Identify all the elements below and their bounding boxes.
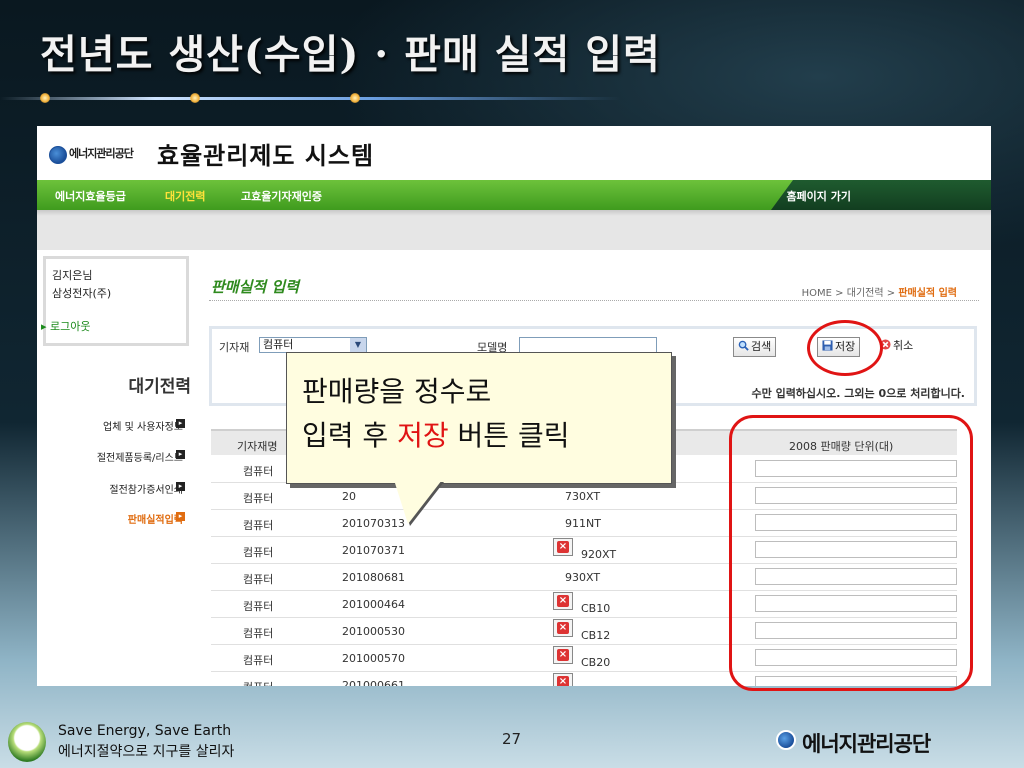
cell-code: 201000661 [342, 679, 405, 686]
chevron-right-icon: ▸ [176, 450, 185, 459]
broken-image-icon: × [553, 646, 573, 664]
cell-equipment: 컴퓨터 [243, 679, 273, 686]
save-button-highlight [807, 320, 883, 376]
penguin-mascot-icon [8, 722, 46, 762]
chevron-right-icon: ▸ [176, 482, 185, 491]
search-button[interactable]: 검색 [733, 337, 777, 357]
footer-slogan-ko: 에너지절약으로 지구를 살리자 [58, 744, 235, 760]
equipment-select-value: 컴퓨터 [263, 338, 294, 351]
cell-model: 911NT [565, 517, 601, 530]
page-number: 27 [502, 730, 522, 748]
cell-equipment: 컴퓨터 [243, 492, 274, 505]
page-title: 판매실적 입력 [211, 278, 300, 296]
breadcrumb: HOME > 대기전력 > 판매실적 입력 [802, 284, 957, 299]
cell-equipment: 컴퓨터 [243, 465, 274, 478]
system-title: 효율관리제도 시스템 [157, 142, 375, 170]
cancel-button-label: 취소 [893, 339, 914, 352]
cell-code: 201000530 [342, 625, 405, 638]
chevron-right-icon: ▸ [176, 419, 185, 428]
search-button-label: 검색 [751, 340, 772, 353]
sidebar-title: 대기전력 [128, 377, 191, 397]
agency-logo-icon [49, 146, 67, 164]
cell-equipment: 컴퓨터 [243, 573, 274, 586]
title-underline [0, 97, 620, 100]
agency-logo-icon [776, 730, 796, 750]
cell-equipment: 컴퓨터 [243, 654, 274, 667]
breadcrumb-current: 판매실적 입력 [898, 288, 957, 299]
footer-slogan-en: Save Energy, Save Earth [58, 723, 232, 739]
sales-column-highlight [729, 415, 973, 691]
search-icon [738, 340, 749, 351]
cell-code: 20 [342, 490, 356, 503]
title-divider [209, 300, 979, 301]
sidebar-item-company-info[interactable]: 업체 및 사용자정보 [103, 418, 183, 433]
breadcrumb-separator: > [832, 288, 847, 299]
footer-agency-logo: 에너지관리공단 [802, 732, 931, 756]
user-company: 삼성전자(주) [52, 287, 112, 300]
user-name: 김지은님 [52, 269, 93, 282]
chevron-down-icon[interactable]: ▼ [350, 338, 366, 352]
broken-image-icon: × [553, 538, 573, 556]
logout-label: 로그아웃 [50, 320, 91, 333]
cell-code: 201000570 [342, 652, 405, 665]
title-dot [350, 93, 360, 103]
cell-equipment: 컴퓨터 [243, 519, 274, 532]
callout-line-2-pre: 입력 후 [302, 419, 398, 452]
broken-image-icon: × [553, 673, 573, 686]
breadcrumb-section[interactable]: 대기전력 [847, 288, 884, 299]
cell-model: 730XT [565, 490, 601, 503]
sub-bar-shadow [37, 210, 991, 216]
chevron-right-icon: ▸ [176, 512, 185, 521]
cell-equipment: 컴퓨터 [243, 600, 274, 613]
callout-line-2-post: 버튼 클릭 [448, 419, 570, 452]
cell-model: CB10 [581, 602, 611, 615]
callout-line-1: 판매량을 정수로 [302, 375, 492, 408]
column-header-equipment: 기자재명 [237, 440, 278, 453]
cell-code: 201080681 [342, 571, 405, 584]
sub-bar [37, 210, 991, 250]
title-dot [40, 93, 50, 103]
cell-model: 920XT [581, 548, 617, 561]
sidebar-item-product-list[interactable]: 절전제품등록/리스트 [97, 449, 183, 464]
logout-link[interactable]: ▸ 로그아웃 [41, 318, 91, 334]
equipment-label: 기자재 [219, 341, 250, 354]
cell-code: 201000464 [342, 598, 405, 611]
cell-code: 201070371 [342, 544, 405, 557]
nav-item-high-efficiency[interactable]: 고효율기자재인증 [241, 188, 322, 204]
equipment-select[interactable]: 컴퓨터 ▼ [259, 337, 367, 353]
title-dot [190, 93, 200, 103]
callout-tail [394, 480, 442, 524]
nav-item-efficiency-grade[interactable]: 에너지효율등급 [55, 188, 126, 204]
callout-line-2-red: 저장 [397, 419, 449, 452]
cell-equipment: 컴퓨터 [243, 627, 274, 640]
callout-line-2: 입력 후 저장 버튼 클릭 [302, 414, 569, 454]
cell-model: CB12 [581, 629, 611, 642]
homepage-link[interactable]: 홈페이지 가기 [786, 188, 851, 204]
cell-model: CB20 [581, 656, 611, 669]
broken-image-icon: × [553, 592, 573, 610]
sidebar-item-sales-input[interactable]: 판매실적입력 [128, 511, 183, 526]
breadcrumb-separator: > [883, 288, 899, 299]
nav-item-standby-power[interactable]: 대기전력 [165, 188, 205, 204]
breadcrumb-home[interactable]: HOME [802, 288, 832, 299]
broken-image-icon: × [553, 619, 573, 637]
agency-logo-text: 에너지관리공단 [69, 147, 134, 160]
input-notice: 수만 입력하십시오. 그외는 0으로 처리합니다. [751, 387, 966, 400]
app-header: 에너지관리공단 효율관리제도 시스템 [37, 126, 991, 180]
cell-model: 930XT [565, 571, 601, 584]
sidebar-item-certificate-print[interactable]: 절전참가증서인쇄 [109, 481, 183, 496]
slide-title: 전년도 생산(수입) · 판매 실적 입력 [40, 31, 661, 78]
cell-equipment: 컴퓨터 [243, 546, 274, 559]
